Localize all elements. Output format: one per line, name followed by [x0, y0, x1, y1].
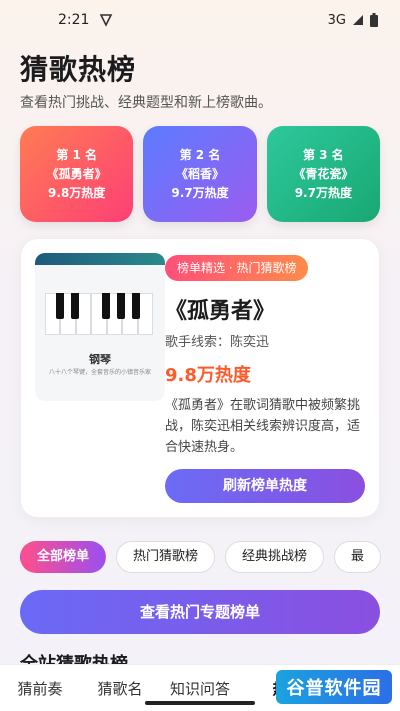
featured-heat: 9.8万热度: [165, 365, 251, 386]
piano-black-key: [132, 293, 140, 319]
watermark-logo: 谷普软件园: [276, 670, 392, 704]
piano-black-key: [71, 293, 79, 319]
rank-card-1[interactable]: 第 1 名 《孤勇者》 9.8万热度: [20, 126, 134, 222]
nav-guess-title[interactable]: 猜歌名: [80, 678, 160, 699]
filter-chips: 全部榜单 热门猜歌榜 经典挑战榜 最: [20, 541, 400, 575]
status-bar: 2:21 3G: [0, 0, 400, 40]
view-topic-button[interactable]: 查看热门专题榜单: [20, 590, 380, 634]
piano-black-key: [102, 293, 110, 319]
rank-cards: 第 1 名 《孤勇者》 9.8万热度 第 2 名 《稻香》 9.7万热度 第 3…: [20, 126, 380, 222]
rank-label: 第 2 名: [179, 147, 221, 162]
rank-song: 《孤勇者》: [46, 166, 107, 181]
filter-hot[interactable]: 热门猜歌榜: [116, 541, 216, 573]
rank-song: 《稻香》: [175, 166, 224, 181]
nav-guess-intro[interactable]: 猜前奏: [0, 678, 80, 699]
app-notification-icon: [100, 14, 113, 27]
rank-heat: 9.8万热度: [48, 185, 106, 200]
page-title: 猜歌热榜: [20, 53, 137, 86]
nav-quiz[interactable]: 知识问答: [160, 678, 240, 699]
network-label: 3G: [327, 12, 346, 28]
featured-tag: 榜单精选 · 热门猜歌榜: [165, 255, 309, 281]
rank-song: 《青花瓷》: [293, 166, 354, 181]
signal-icon: [353, 15, 363, 25]
singer-hint: 歌手线索：陈奕迅: [165, 335, 270, 350]
page-subtitle: 查看热门挑战、经典题型和新上榜歌曲。: [20, 95, 272, 111]
status-time: 2:21: [58, 12, 90, 28]
featured-description: 《孤勇者》在歌词猜歌中被频繁挑战，陈奕迅相关线索辨识度高，适合快速热身。: [165, 398, 361, 455]
featured-song-card: 钢琴 八十八个琴键，全套音乐的小镇音乐家 榜单精选 · 热门猜歌榜 《孤勇者》 …: [20, 238, 380, 518]
filter-more[interactable]: 最: [334, 541, 382, 573]
piano-black-key: [117, 293, 125, 319]
album-cover[interactable]: 钢琴 八十八个琴键，全套音乐的小镇音乐家: [35, 253, 165, 401]
home-indicator[interactable]: [145, 701, 255, 705]
featured-song-title: 《孤勇者》: [165, 299, 276, 324]
battery-icon: [370, 13, 378, 27]
cover-subtitle: 八十八个琴键，全套音乐的小镇音乐家: [48, 369, 151, 376]
rank-heat: 9.7万热度: [171, 185, 229, 200]
piano-black-key: [56, 293, 64, 319]
cover-banner: [35, 253, 165, 265]
rank-card-2[interactable]: 第 2 名 《稻香》 9.7万热度: [143, 126, 257, 222]
section-title: 全站猜歌热榜: [20, 650, 128, 664]
cover-title: 钢琴: [89, 353, 111, 366]
filter-classic[interactable]: 经典挑战榜: [225, 541, 325, 573]
rank-label: 第 1 名: [56, 147, 98, 162]
filter-all[interactable]: 全部榜单: [20, 541, 107, 573]
refresh-heat-button[interactable]: 刷新榜单热度: [165, 469, 365, 503]
status-right: 3G: [328, 13, 378, 28]
rank-heat: 9.7万热度: [294, 185, 352, 200]
rank-card-3[interactable]: 第 3 名 《青花瓷》 9.7万热度: [266, 126, 380, 222]
piano-keys-graphic: [45, 293, 153, 335]
rank-label: 第 3 名: [302, 147, 344, 162]
